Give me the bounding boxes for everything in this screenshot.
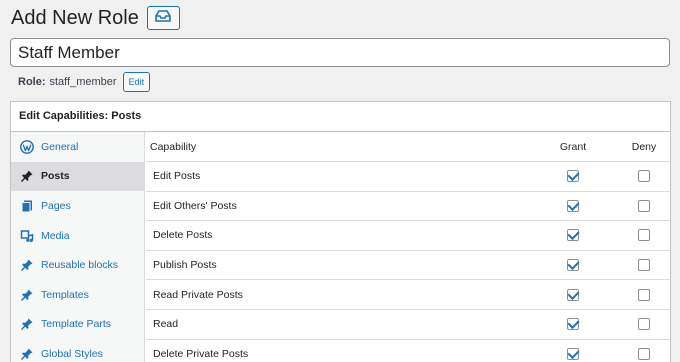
capability-sidebar: General Posts Pages Media Reusable blocks Tem… [11,132,145,362]
sidebar-item-posts[interactable]: Posts [11,161,144,192]
table-row: Delete Posts [146,221,670,251]
panel-title: Edit Capabilities: Posts [11,102,670,132]
inbox-button[interactable] [146,6,180,30]
deny-checkbox[interactable] [638,347,650,360]
grant-checkbox[interactable] [567,347,579,360]
pin-icon [20,317,34,331]
grant-cell [526,259,620,272]
grant-checkbox[interactable] [567,318,579,331]
role-name-input[interactable]: Staff Member [10,38,670,67]
grant-checkbox[interactable] [567,170,579,183]
deny-cell [620,347,668,360]
deny-cell [620,259,668,272]
sidebar-item-label: Pages [41,199,71,212]
table-row: Delete Private Posts [146,340,670,362]
grant-cell [526,170,620,183]
capability-name: Read [153,318,179,331]
deny-checkbox[interactable] [638,229,650,242]
sidebar-item-general[interactable]: General [11,132,144,162]
sidebar-item-media[interactable]: Media [11,221,144,251]
capability-name: Publish Posts [153,259,217,272]
deny-cell [620,318,668,331]
header: Add New Role [11,6,180,30]
grant-checkbox[interactable] [567,199,579,212]
table-row: Edit Posts [146,162,670,192]
capability-name: Edit Others' Posts [153,199,237,212]
wordpress-icon [20,139,34,154]
capability-name: Delete Private Posts [153,347,249,360]
pages-icon [20,199,34,213]
sidebar-item-label: Template Parts [41,318,112,331]
grant-cell [526,199,620,212]
deny-checkbox[interactable] [638,170,650,183]
pin-icon [20,288,34,302]
capabilities-table: Capability Grant Deny Edit Posts Edit Oth… [146,132,670,362]
sidebar-item-label: Reusable blocks [41,259,119,272]
deny-cell [620,170,668,183]
table-row: Edit Others' Posts [146,192,670,222]
deny-cell [620,199,668,212]
media-icon [20,229,34,243]
deny-checkbox[interactable] [638,288,650,301]
sidebar-item-reusable-blocks[interactable]: Reusable blocks [11,250,144,280]
column-deny: Deny [631,140,657,153]
table-row: Read Private Posts [146,280,670,310]
edit-role-slug-button[interactable]: Edit [122,72,151,92]
grant-checkbox[interactable] [567,229,579,242]
grant-cell [526,318,620,331]
table-header: Capability Grant Deny [146,132,670,162]
deny-cell [620,229,668,242]
grant-checkbox[interactable] [567,288,579,301]
sidebar-item-global-styles[interactable]: Global Styles [11,339,144,362]
sidebar-item-label: Media [41,229,70,242]
table-row: Read [146,310,670,340]
deny-cell [620,288,668,301]
pin-icon [20,169,34,183]
role-slug-line: Role: staff_member Edit [18,72,151,92]
column-grant: Grant [559,140,587,153]
sidebar-item-template-parts[interactable]: Template Parts [11,310,144,340]
sidebar-item-label: Posts [41,170,70,183]
grant-cell [526,347,620,360]
capability-name: Delete Posts [153,229,213,242]
pin-icon [20,347,34,361]
role-label: Role: [18,76,46,88]
grant-cell [526,229,620,242]
grant-cell [526,288,620,301]
table-row: Publish Posts [146,251,670,281]
deny-checkbox[interactable] [638,259,650,272]
sidebar-item-label: Templates [41,288,89,301]
capabilities-panel: Edit Capabilities: Posts General Posts Pag… [10,101,671,362]
pin-icon [20,258,34,272]
deny-checkbox[interactable] [638,199,650,212]
inbox-icon [155,9,172,27]
column-capability: Capability [150,140,197,153]
page: Add New Role Staff Member Role: staff_me… [0,0,680,362]
sidebar-item-label: Global Styles [41,347,103,360]
grant-checkbox[interactable] [567,259,579,272]
sidebar-item-templates[interactable]: Templates [11,280,144,310]
role-slug: staff_member [49,76,117,88]
deny-checkbox[interactable] [638,318,650,331]
capability-name: Edit Posts [153,170,201,183]
sidebar-item-pages[interactable]: Pages [11,191,144,221]
page-title: Add New Role [11,7,139,29]
table-body: Edit Posts Edit Others' Posts Delete Posts… [146,162,670,362]
sidebar-item-label: General [41,140,79,153]
capability-name: Read Private Posts [153,288,243,301]
